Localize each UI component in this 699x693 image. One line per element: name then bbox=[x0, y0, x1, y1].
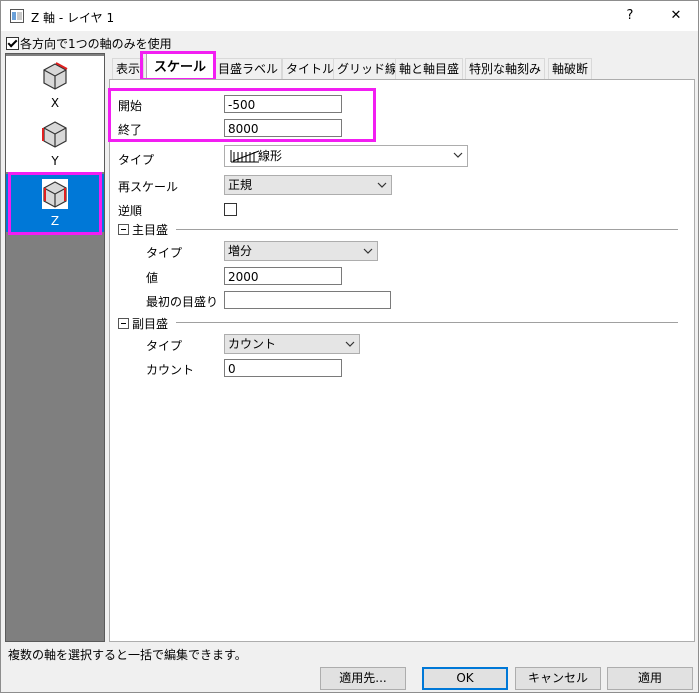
help-button[interactable]: ? bbox=[610, 1, 650, 31]
status-text: 複数の軸を選択すると一括で編集できます。 bbox=[8, 648, 247, 662]
chevron-down-icon bbox=[345, 341, 355, 347]
highlight-range bbox=[108, 88, 376, 142]
axis-y-icon bbox=[42, 121, 67, 148]
major-divider bbox=[176, 229, 678, 230]
minor-count-label: カウント bbox=[146, 363, 195, 377]
major-value-label: 値 bbox=[146, 271, 159, 285]
tab-axis-break[interactable]: 軸破断 bbox=[548, 58, 593, 79]
minor-type-value: カウント bbox=[228, 337, 277, 351]
minor-type-label: タイプ bbox=[146, 339, 183, 353]
highlight-z-axis bbox=[8, 172, 102, 235]
minor-collapse-icon[interactable] bbox=[118, 318, 129, 329]
highlight-scale-tab bbox=[140, 51, 216, 81]
ok-button[interactable]: OK bbox=[422, 667, 508, 690]
apply-button[interactable]: 適用 bbox=[607, 667, 693, 690]
major-ticks-heading: 主目盛 bbox=[132, 223, 169, 237]
rescale-label: 再スケール bbox=[118, 180, 179, 194]
major-type-select[interactable]: 増分 bbox=[224, 241, 378, 261]
minor-count-input[interactable]: 0 bbox=[224, 359, 342, 377]
scale-type-select[interactable]: 線形 bbox=[224, 145, 468, 167]
window-icon bbox=[10, 9, 24, 23]
major-value-input[interactable]: 2000 bbox=[224, 267, 342, 285]
tab-special-ticks[interactable]: 特別な軸刻み bbox=[465, 58, 546, 79]
axis-item-x[interactable]: X bbox=[6, 56, 104, 114]
tab-grids[interactable]: グリッド線 bbox=[333, 58, 402, 79]
reverse-label: 逆順 bbox=[118, 204, 143, 218]
tab-tick-labels[interactable]: 目盛ラベル bbox=[214, 58, 283, 79]
rescale-value: 正規 bbox=[228, 178, 253, 192]
type-label: タイプ bbox=[118, 153, 155, 167]
axis-list: X Y Z bbox=[5, 53, 105, 642]
tab-line-and-ticks[interactable]: 軸と軸目盛 bbox=[395, 58, 464, 79]
first-tick-label: 最初の目盛り bbox=[146, 295, 219, 309]
apply-to-button[interactable]: 適用先... bbox=[320, 667, 406, 690]
chevron-down-icon bbox=[453, 152, 463, 158]
first-tick-input[interactable] bbox=[224, 291, 391, 309]
use-one-axis-label: 各方向で1つの軸のみを使用 bbox=[20, 37, 172, 51]
minor-type-select[interactable]: カウント bbox=[224, 334, 360, 354]
axis-item-y[interactable]: Y bbox=[6, 114, 104, 172]
close-button[interactable]: ✕ bbox=[656, 1, 696, 31]
major-type-label: タイプ bbox=[146, 246, 183, 260]
minor-divider bbox=[176, 322, 678, 323]
rescale-select[interactable]: 正規 bbox=[224, 175, 392, 195]
tab-title[interactable]: タイトル bbox=[282, 58, 339, 79]
chevron-down-icon bbox=[363, 248, 373, 254]
chevron-down-icon bbox=[377, 182, 387, 188]
scale-type-value: 線形 bbox=[258, 149, 283, 163]
use-one-axis-checkbox[interactable] bbox=[6, 37, 19, 50]
axis-x-icon bbox=[43, 62, 68, 90]
cancel-button[interactable]: キャンセル bbox=[515, 667, 601, 690]
axis-item-label: Y bbox=[51, 154, 59, 168]
linear-scale-icon bbox=[230, 150, 260, 163]
window-title: Z 軸 - レイヤ 1 bbox=[31, 11, 115, 25]
major-type-value: 増分 bbox=[228, 244, 253, 258]
minor-ticks-heading: 副目盛 bbox=[132, 317, 169, 331]
axis-item-label: X bbox=[50, 96, 60, 110]
reverse-checkbox[interactable] bbox=[224, 203, 237, 216]
title-bar: Z 軸 - レイヤ 1 ? ✕ bbox=[1, 1, 698, 31]
major-collapse-icon[interactable] bbox=[118, 224, 129, 235]
